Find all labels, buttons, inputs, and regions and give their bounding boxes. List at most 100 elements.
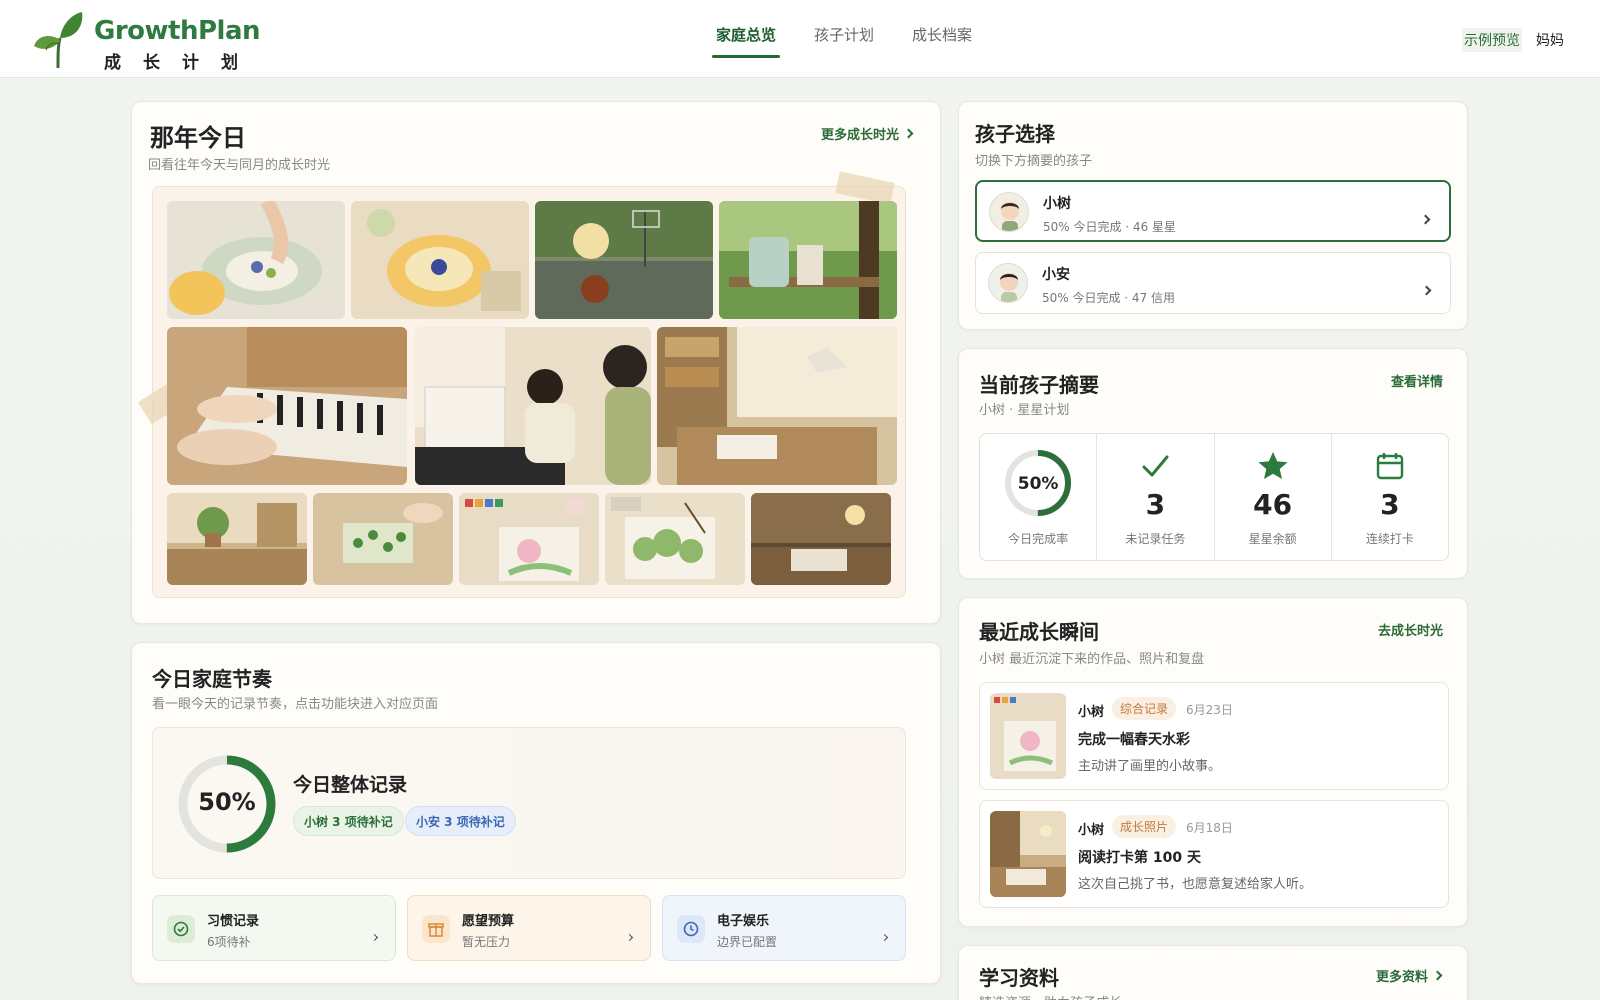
chevron-right-icon [625, 925, 634, 944]
moment-tag: 综合记录 [1112, 697, 1177, 720]
stat-value: 3 [1145, 488, 1166, 521]
tile-subtitle: 边界已配置 [717, 935, 778, 949]
user-menu[interactable]: 妈妈 [1536, 30, 1564, 50]
star-icon [1258, 452, 1288, 479]
study-subtitle: 精选资源，助力孩子成长 [979, 992, 1122, 1000]
overall-record-box[interactable]: 50% 今日整体记录 小树 3 项待补记 小安 3 项待补记 [152, 727, 906, 879]
moment-title: 阅读打卡第 100 天 [1078, 850, 1201, 866]
child-select-title: 孩子选择 [975, 122, 1055, 146]
photo-fruit-plate[interactable] [167, 201, 345, 319]
stat-label: 未记录任务 [1125, 532, 1186, 546]
chevron-right-icon [1421, 279, 1432, 298]
memories-title: 那年今日 [150, 124, 246, 152]
tape-decoration [835, 171, 895, 205]
moment-date: 6月23日 [1186, 703, 1233, 717]
child-meta: 50% 今日完成 · 47 信用 [1042, 291, 1176, 305]
stat-label: 星星余额 [1248, 532, 1297, 546]
nav-child-plan[interactable]: 孩子计划 [814, 24, 874, 54]
summary-title: 当前孩子摘要 [979, 373, 1099, 397]
wish-budget-tile[interactable]: 愿望预算 暂无压力 [407, 895, 651, 961]
photo-collage [137, 171, 906, 598]
rhythm-subtitle: 看一眼今天的记录节奏，点击功能块进入对应页面 [152, 697, 439, 712]
logo[interactable]: GrowthPlan 成长计划 [32, 10, 261, 73]
screen-time-tile[interactable]: 电子娱乐 边界已配置 [662, 895, 906, 961]
nav-growth-archive[interactable]: 成长档案 [912, 24, 972, 54]
overall-title: 今日整体记录 [293, 774, 408, 796]
tile-subtitle: 暂无压力 [462, 935, 511, 949]
stat-completion: 50% 今日完成率 [980, 434, 1098, 560]
child-option-xiaoan[interactable]: 小安 50% 今日完成 · 47 信用 [975, 252, 1451, 314]
photo-plant-desk[interactable] [167, 493, 307, 585]
moment-child-name: 小树 [1078, 705, 1105, 720]
photo-craft-project[interactable] [313, 493, 453, 585]
completion-value: 50% [1017, 474, 1059, 494]
calendar-icon [1376, 453, 1404, 480]
photo-painting-trees[interactable] [605, 493, 745, 585]
moment-description: 主动讲了画里的小故事。 [1078, 759, 1222, 774]
study-title: 学习资料 [979, 966, 1059, 990]
habit-record-tile[interactable]: 习惯记录 6项待补 [152, 895, 396, 961]
pending-pill-xiaoshu[interactable]: 小树 3 项待补记 [293, 806, 404, 836]
child-meta: 50% 今日完成 · 46 星星 [1043, 220, 1177, 234]
check-icon [1142, 455, 1169, 477]
summary-subtitle: 小树 · 星星计划 [979, 403, 1070, 418]
stat-value: 46 [1253, 488, 1293, 521]
tile-title: 愿望预算 [462, 914, 515, 929]
more-materials-link[interactable]: 更多资料 [1375, 966, 1443, 985]
moments-subtitle: 小树 最近沉淀下来的作品、照片和复盘 [979, 652, 1205, 667]
clock-icon [677, 915, 705, 943]
main-nav: 家庭总览 孩子计划 成长档案 [711, 24, 972, 58]
go-growth-link[interactable]: 去成长时光 [1378, 620, 1443, 639]
family-rhythm-card: 今日家庭节奏 看一眼今天的记录节奏，点击功能块进入对应页面 50% 今日整体记录… [131, 642, 941, 984]
stat-label: 连续打卡 [1365, 532, 1414, 546]
memories-card: 那年今日 回看往年今天与同月的成长时光 更多成长时光 [131, 101, 941, 624]
view-details-link[interactable]: 查看详情 [1391, 371, 1443, 390]
sprout-logo-icon [34, 12, 83, 69]
child-select-card: 孩子选择 切换下方摘要的孩子 小树 50% 今日完成 · 46 星星 小安 50… [958, 101, 1468, 330]
chevron-right-icon [903, 128, 914, 139]
study-materials-card: 学习资料 精选资源，助力孩子成长 更多资料 [958, 945, 1468, 1000]
photo-study-desk[interactable] [657, 327, 897, 485]
child-option-xiaoshu[interactable]: 小树 50% 今日完成 · 46 星星 [975, 180, 1451, 242]
photo-park-bench[interactable] [719, 201, 897, 319]
stat-unrecorded: 3 未记录任务 [1097, 434, 1215, 560]
photo-watercolor-palette[interactable] [459, 493, 599, 585]
completion-label: 今日完成率 [1008, 532, 1069, 546]
photo-evening-desk[interactable] [751, 493, 891, 585]
child-name: 小树 [1043, 196, 1071, 212]
chevron-right-icon [880, 925, 889, 944]
brand-name: GrowthPlan [94, 16, 261, 46]
child-name: 小安 [1042, 267, 1070, 283]
moment-title: 完成一幅春天水彩 [1078, 732, 1190, 748]
chevron-right-icon [1432, 970, 1443, 981]
pending-pill-xiaoan[interactable]: 小安 3 项待补记 [405, 806, 516, 836]
moment-child-name: 小树 [1078, 823, 1105, 838]
stat-stars: 46 星星余额 [1215, 434, 1332, 560]
moment-item[interactable]: 小树 成长照片 6月18日 阅读打卡第 100 天 这次自己挑了书，也愿意复述给… [979, 800, 1449, 908]
chevron-right-icon [1420, 208, 1431, 227]
photo-piano-lesson[interactable] [415, 327, 651, 485]
tile-subtitle: 6项待补 [207, 935, 251, 949]
moment-item[interactable]: 小树 综合记录 6月23日 完成一幅春天水彩 主动讲了画里的小故事。 [979, 682, 1449, 790]
photo-basketball-court[interactable] [535, 201, 713, 319]
overall-value: 50% [198, 788, 256, 816]
child-select-subtitle: 切换下方摘要的孩子 [975, 154, 1093, 169]
nav-family-overview[interactable]: 家庭总览 [711, 24, 781, 58]
moment-thumbnail [990, 811, 1066, 897]
rhythm-title: 今日家庭节奏 [152, 667, 272, 691]
avatar [989, 192, 1029, 232]
recent-moments-card: 最近成长瞬间 小树 最近沉淀下来的作品、照片和复盘 去成长时光 小树 综合记录 … [958, 597, 1468, 927]
moment-description: 这次自己挑了书，也愿意复述给家人听。 [1078, 877, 1313, 892]
gift-icon [422, 915, 450, 943]
more-growth-link[interactable]: 更多成长时光 [821, 124, 914, 143]
preview-badge[interactable]: 示例预览 [1462, 28, 1522, 52]
chevron-right-icon [370, 925, 379, 944]
tile-title: 电子娱乐 [717, 914, 770, 929]
moment-tag: 成长照片 [1112, 815, 1177, 838]
summary-stats: 50% 今日完成率 3 未记录任务 46 星星余额 3 连续打卡 [979, 433, 1449, 561]
photo-fruit-tart[interactable] [351, 201, 529, 319]
more-materials-label: 更多资料 [1375, 970, 1428, 985]
tile-title: 习惯记录 [207, 914, 260, 929]
photo-piano-hands[interactable] [167, 327, 407, 485]
check-circle-icon [167, 915, 195, 943]
